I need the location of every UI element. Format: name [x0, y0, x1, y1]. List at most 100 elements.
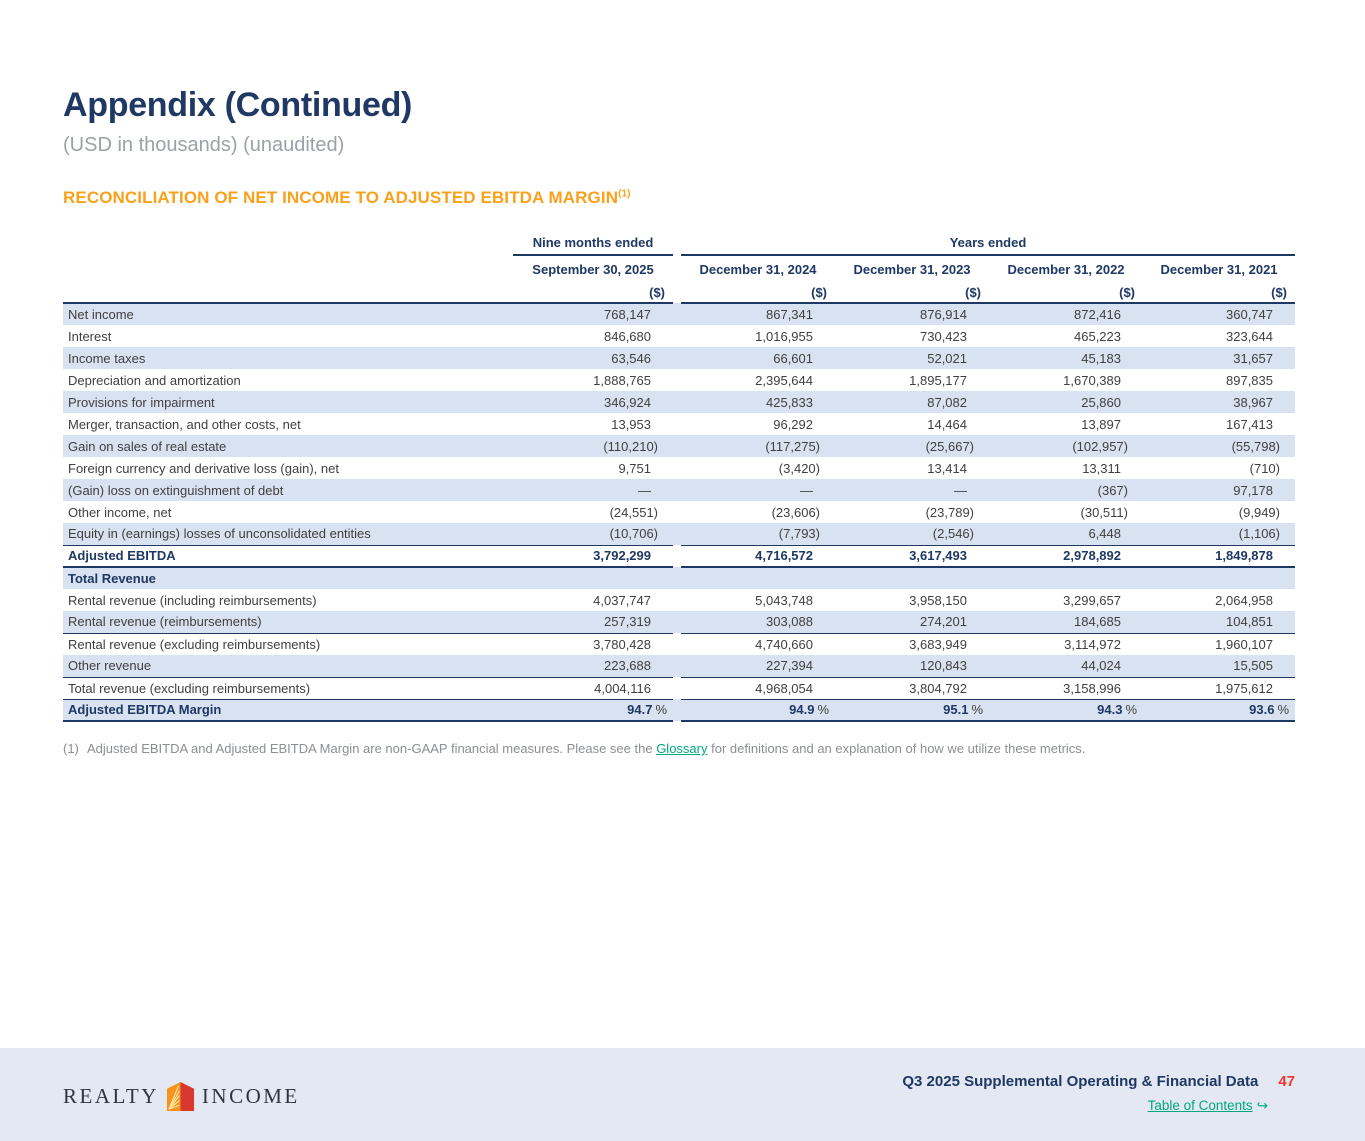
- cell-value: 1,670,389: [989, 369, 1143, 391]
- cell-value: 3,617,493: [835, 545, 989, 567]
- row-label: Provisions for impairment: [63, 391, 513, 413]
- cell-value: 87,082: [835, 391, 989, 413]
- cell-value: 13,414: [835, 457, 989, 479]
- cell-value: (23,789): [835, 501, 989, 523]
- table-row: Equity in (earnings) losses of unconsoli…: [63, 523, 1295, 545]
- cell-value: (102,957): [989, 435, 1143, 457]
- cell-value: 1,888,765: [513, 369, 673, 391]
- cell-value: 96,292: [681, 413, 835, 435]
- table-row: Other revenue223,688227,394120,84344,024…: [63, 655, 1295, 677]
- house-icon: [166, 1081, 195, 1112]
- cell-value: [681, 567, 835, 589]
- cell-value: 4,716,572: [681, 545, 835, 567]
- page-title: Appendix (Continued): [63, 86, 1295, 125]
- unit-label: ($): [835, 282, 989, 303]
- percent-value: 94.7: [627, 702, 652, 717]
- footnote-text-after: for definitions and an explanation of ho…: [707, 741, 1085, 756]
- cell-value: (55,798): [1143, 435, 1295, 457]
- group-header: Nine months ended: [513, 233, 673, 255]
- column-header: December 31, 2023: [835, 255, 989, 282]
- glossary-link[interactable]: Glossary: [656, 741, 707, 756]
- logo-word-realty: REALTY: [63, 1084, 159, 1109]
- cell-value: 346,924: [513, 391, 673, 413]
- cell-value: [513, 567, 673, 589]
- unit-label: ($): [989, 282, 1143, 303]
- table-row: Depreciation and amortization1,888,7652,…: [63, 369, 1295, 391]
- cell-value: (1,106): [1143, 523, 1295, 545]
- section-heading: RECONCILIATION OF NET INCOME TO ADJUSTED…: [63, 188, 1295, 208]
- cell-value: 3,792,299: [513, 545, 673, 567]
- row-label: Other income, net: [63, 501, 513, 523]
- cell-value: 846,680: [513, 325, 673, 347]
- column-gap: [673, 545, 681, 567]
- table-body: Net income768,147867,341876,914872,41636…: [63, 303, 1295, 721]
- table-row: Adjusted EBITDA3,792,299 4,716,5723,617,4…: [63, 545, 1295, 567]
- row-label: Other revenue: [63, 655, 513, 677]
- cell-value: [835, 567, 989, 589]
- cell-value: (30,511): [989, 501, 1143, 523]
- table-group-header-row: Nine months endedYears ended: [63, 233, 1295, 255]
- row-label: Total Revenue: [63, 567, 513, 589]
- cell-value: 38,967: [1143, 391, 1295, 413]
- column-gap: [673, 699, 681, 721]
- row-label: Net income: [63, 303, 513, 325]
- cell-value: 94.7%: [513, 699, 673, 721]
- cell-value: 323,644: [1143, 325, 1295, 347]
- row-label: Rental revenue (including reimbursements…: [63, 589, 513, 611]
- realty-income-logo: REALTY INCOME: [63, 1081, 300, 1112]
- column-gap: [673, 435, 681, 457]
- cell-value: 3,780,428: [513, 633, 673, 655]
- cell-value: 3,114,972: [989, 633, 1143, 655]
- table-row: Rental revenue (excluding reimbursements…: [63, 633, 1295, 655]
- page-subtitle: (USD in thousands) (unaudited): [63, 134, 1295, 157]
- date-header-blank: [63, 255, 513, 282]
- table-row: Adjusted EBITDA Margin94.7%94.9%95.1%94.…: [63, 699, 1295, 721]
- cell-value: 1,895,177: [835, 369, 989, 391]
- percent-sign: %: [971, 702, 983, 717]
- table-head: Nine months endedYears endedSeptember 30…: [63, 233, 1295, 303]
- cell-value: (2,546): [835, 523, 989, 545]
- unit-blank: [63, 282, 513, 303]
- percent-value: 95.1: [943, 702, 968, 717]
- cell-value: —: [681, 479, 835, 501]
- column-gap: [673, 677, 681, 699]
- table-row: Gain on sales of real estate(110,210)(11…: [63, 435, 1295, 457]
- document-title: Q3 2025 Supplemental Operating & Financi…: [902, 1073, 1258, 1090]
- column-gap: [673, 501, 681, 523]
- table-row: Merger, transaction, and other costs, ne…: [63, 413, 1295, 435]
- cell-value: 167,413: [1143, 413, 1295, 435]
- cell-value: 465,223: [989, 325, 1143, 347]
- cell-value: 52,021: [835, 347, 989, 369]
- cell-value: 1,975,612: [1143, 677, 1295, 699]
- page-number: 47: [1278, 1073, 1295, 1090]
- cell-value: 867,341: [681, 303, 835, 325]
- column-gap: [673, 589, 681, 611]
- cell-value: 223,688: [513, 655, 673, 677]
- cell-value: 2,978,892: [989, 545, 1143, 567]
- cell-value: [989, 567, 1143, 589]
- column-gap: [673, 413, 681, 435]
- footnote-marker-superscript: (1): [618, 188, 631, 199]
- cell-value: 3,683,949: [835, 633, 989, 655]
- row-label: Rental revenue (excluding reimbursements…: [63, 633, 513, 655]
- column-gap: [673, 457, 681, 479]
- cell-value: 227,394: [681, 655, 835, 677]
- toc-arrow-icon[interactable]: ↪: [1257, 1098, 1268, 1113]
- table-row: Income taxes63,54666,60152,02145,18331,6…: [63, 347, 1295, 369]
- cell-value: 897,835: [1143, 369, 1295, 391]
- row-label: Interest: [63, 325, 513, 347]
- row-label: Income taxes: [63, 347, 513, 369]
- unit-label: ($): [681, 282, 835, 303]
- cell-value: 3,299,657: [989, 589, 1143, 611]
- column-gap: [673, 567, 681, 589]
- row-label: Adjusted EBITDA: [63, 545, 513, 567]
- cell-value: 876,914: [835, 303, 989, 325]
- cell-value: (110,210): [513, 435, 673, 457]
- cell-value: 63,546: [513, 347, 673, 369]
- logo-word-income: INCOME: [202, 1084, 300, 1109]
- row-label: Depreciation and amortization: [63, 369, 513, 391]
- column-gap: [673, 255, 681, 282]
- cell-value: —: [835, 479, 989, 501]
- table-of-contents-link[interactable]: Table of Contents: [1148, 1098, 1253, 1113]
- cell-value: (7,793): [681, 523, 835, 545]
